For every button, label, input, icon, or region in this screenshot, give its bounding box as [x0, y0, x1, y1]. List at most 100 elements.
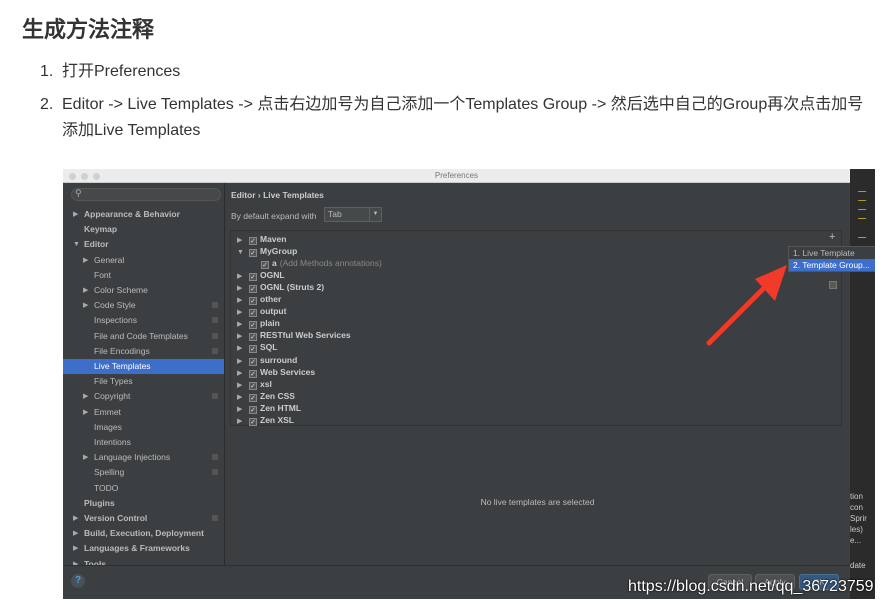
- template-checkbox[interactable]: ✓: [249, 369, 257, 378]
- close-window-button[interactable]: [69, 173, 76, 180]
- template-row[interactable]: ▶ ✓ Zen XSL: [237, 414, 294, 426]
- template-label: SQL: [260, 342, 278, 353]
- template-checkbox[interactable]: ✓: [249, 321, 257, 330]
- settings-search-input[interactable]: ⚲: [71, 188, 221, 201]
- template-row[interactable]: ▶ ✓ OGNL (Struts 2): [237, 281, 324, 294]
- add-menu-popup: 1. Live Template 2. Template Group...: [788, 246, 875, 272]
- add-button[interactable]: +: [829, 231, 835, 243]
- sidebar-item[interactable]: Images: [63, 420, 224, 435]
- chevron-down-icon[interactable]: ▼: [237, 247, 249, 259]
- sidebar-item-label: Emmet: [94, 406, 121, 417]
- template-row[interactable]: ✓ a (Add Methods annotations): [261, 257, 382, 270]
- template-checkbox[interactable]: ✓: [249, 285, 257, 294]
- chevron-right-icon[interactable]: ▶: [83, 253, 88, 268]
- sidebar-item[interactable]: File Types: [63, 374, 224, 389]
- template-checkbox[interactable]: ✓: [249, 273, 257, 282]
- sidebar-item[interactable]: Keymap: [63, 222, 224, 237]
- sidebar-item-label: TODO: [94, 482, 119, 493]
- chevron-down-icon[interactable]: ▼: [73, 237, 80, 252]
- chevron-right-icon[interactable]: ▶: [73, 526, 78, 541]
- template-checkbox[interactable]: ✓: [249, 381, 257, 390]
- template-checkbox[interactable]: ✓: [249, 249, 257, 258]
- template-row[interactable]: ▶ ✓ other: [237, 293, 281, 306]
- sidebar-item[interactable]: File and Code Templates: [63, 329, 224, 344]
- restore-icon[interactable]: [829, 281, 837, 289]
- template-row[interactable]: ▶ ✓ Maven: [237, 233, 286, 245]
- template-checkbox[interactable]: ✓: [249, 357, 257, 366]
- template-label: Zen XSL: [260, 414, 295, 425]
- help-button[interactable]: ?: [71, 574, 85, 588]
- project-copy-icon: [212, 515, 218, 521]
- template-checkbox[interactable]: ✓: [249, 237, 257, 245]
- chevron-right-icon[interactable]: ▶: [83, 298, 88, 313]
- sidebar-item[interactable]: ▶ General: [63, 253, 224, 268]
- sidebar-item-label: Color Scheme: [94, 285, 148, 295]
- template-label: RESTful Web Services: [260, 330, 351, 341]
- sidebar-item[interactable]: ▶ Languages & Frameworks: [63, 541, 224, 556]
- sidebar-item[interactable]: ▶ Code Style: [63, 298, 224, 313]
- template-checkbox[interactable]: ✓: [249, 405, 257, 414]
- chevron-right-icon[interactable]: ▶: [73, 541, 78, 556]
- template-label: plain: [260, 318, 280, 329]
- sidebar-item[interactable]: Live Templates: [63, 359, 224, 374]
- watermark: https://blog.csdn.net/qq_36723759: [628, 578, 874, 595]
- template-row[interactable]: ▶ ✓ RESTful Web Services: [237, 329, 351, 342]
- template-row[interactable]: ▶ ✓ plain: [237, 317, 280, 330]
- chevron-right-icon[interactable]: ▶: [83, 405, 88, 420]
- sidebar-item[interactable]: Inspections: [63, 313, 224, 328]
- template-checkbox[interactable]: ✓: [249, 417, 257, 426]
- template-label: Maven: [260, 234, 287, 244]
- minimize-window-button[interactable]: [81, 173, 88, 180]
- sidebar-item-label: Copyright: [94, 391, 131, 402]
- chevron-right-icon[interactable]: ▶: [73, 207, 78, 222]
- sidebar-item[interactable]: Plugins: [63, 496, 224, 511]
- template-label: Zen HTML: [260, 402, 302, 413]
- sidebar-item[interactable]: ▶ Emmet: [63, 405, 224, 420]
- template-row[interactable]: ▶ ✓ surround: [237, 354, 297, 366]
- template-checkbox[interactable]: ✓: [249, 297, 257, 306]
- template-checkbox[interactable]: ✓: [249, 309, 257, 318]
- template-label: MyGroup: [260, 246, 298, 257]
- chevron-right-icon[interactable]: ▶: [83, 450, 88, 465]
- sidebar-item[interactable]: Intentions: [63, 435, 224, 450]
- template-row[interactable]: ▶ ✓ SQL: [237, 341, 278, 354]
- sidebar-item[interactable]: ▶ Appearance & Behavior: [63, 207, 224, 222]
- template-row[interactable]: ▶ ✓ OGNL: [237, 269, 285, 282]
- chevron-right-icon[interactable]: ▶: [237, 416, 249, 428]
- template-row[interactable]: ▶ ✓ Zen CSS: [237, 390, 295, 402]
- template-checkbox[interactable]: ✓: [249, 393, 257, 402]
- template-row[interactable]: ▶ ✓ output: [237, 305, 286, 318]
- sidebar-item[interactable]: ▶ Copyright: [63, 389, 224, 404]
- sidebar-item[interactable]: ▶ Language Injections: [63, 450, 224, 465]
- expand-select[interactable]: Tab ▼: [324, 207, 382, 222]
- sidebar-item-label: Editor: [84, 239, 109, 250]
- step-number: 1.: [40, 63, 54, 80]
- chevron-right-icon[interactable]: ▶: [83, 283, 88, 298]
- sidebar-item[interactable]: TODO: [63, 481, 224, 496]
- menu-item-template-group[interactable]: 2. Template Group...: [789, 259, 875, 271]
- template-row[interactable]: ▶ ✓ Zen HTML: [237, 402, 301, 414]
- menu-item-live-template[interactable]: 1. Live Template: [789, 247, 875, 259]
- template-row[interactable]: ▶ ✓ xsl: [237, 378, 272, 390]
- sidebar-item[interactable]: ▶ Color Scheme: [63, 283, 224, 298]
- sidebar-item-label: Code Style: [94, 300, 136, 311]
- sidebar-item[interactable]: ▶ Build, Execution, Deployment: [63, 526, 224, 541]
- sidebar-item-label: File Encodings: [94, 345, 150, 356]
- template-row[interactable]: ▶ ✓ Web Services: [237, 366, 315, 378]
- sidebar-item[interactable]: ▶ Version Control: [63, 511, 224, 526]
- sidebar-item[interactable]: File Encodings: [63, 344, 224, 359]
- sidebar-item[interactable]: Font: [63, 268, 224, 283]
- sidebar-item-label: Appearance & Behavior: [84, 209, 180, 219]
- chevron-right-icon[interactable]: ▶: [83, 389, 88, 404]
- sidebar-item-label: Build, Execution, Deployment: [84, 528, 204, 539]
- template-checkbox[interactable]: ✓: [249, 333, 257, 342]
- template-row[interactable]: ▼ ✓ MyGroup: [237, 245, 298, 259]
- template-checkbox[interactable]: ✓: [249, 345, 257, 354]
- sidebar-item[interactable]: ▼ Editor: [63, 237, 224, 252]
- chevron-right-icon[interactable]: ▶: [73, 511, 78, 526]
- red-arrow-annotation: [706, 265, 787, 346]
- template-checkbox[interactable]: ✓: [261, 261, 269, 270]
- ide-side-strip: tion con Sprir les) e... date: [850, 169, 875, 599]
- zoom-window-button[interactable]: [93, 173, 100, 180]
- sidebar-item[interactable]: Spelling: [63, 465, 224, 480]
